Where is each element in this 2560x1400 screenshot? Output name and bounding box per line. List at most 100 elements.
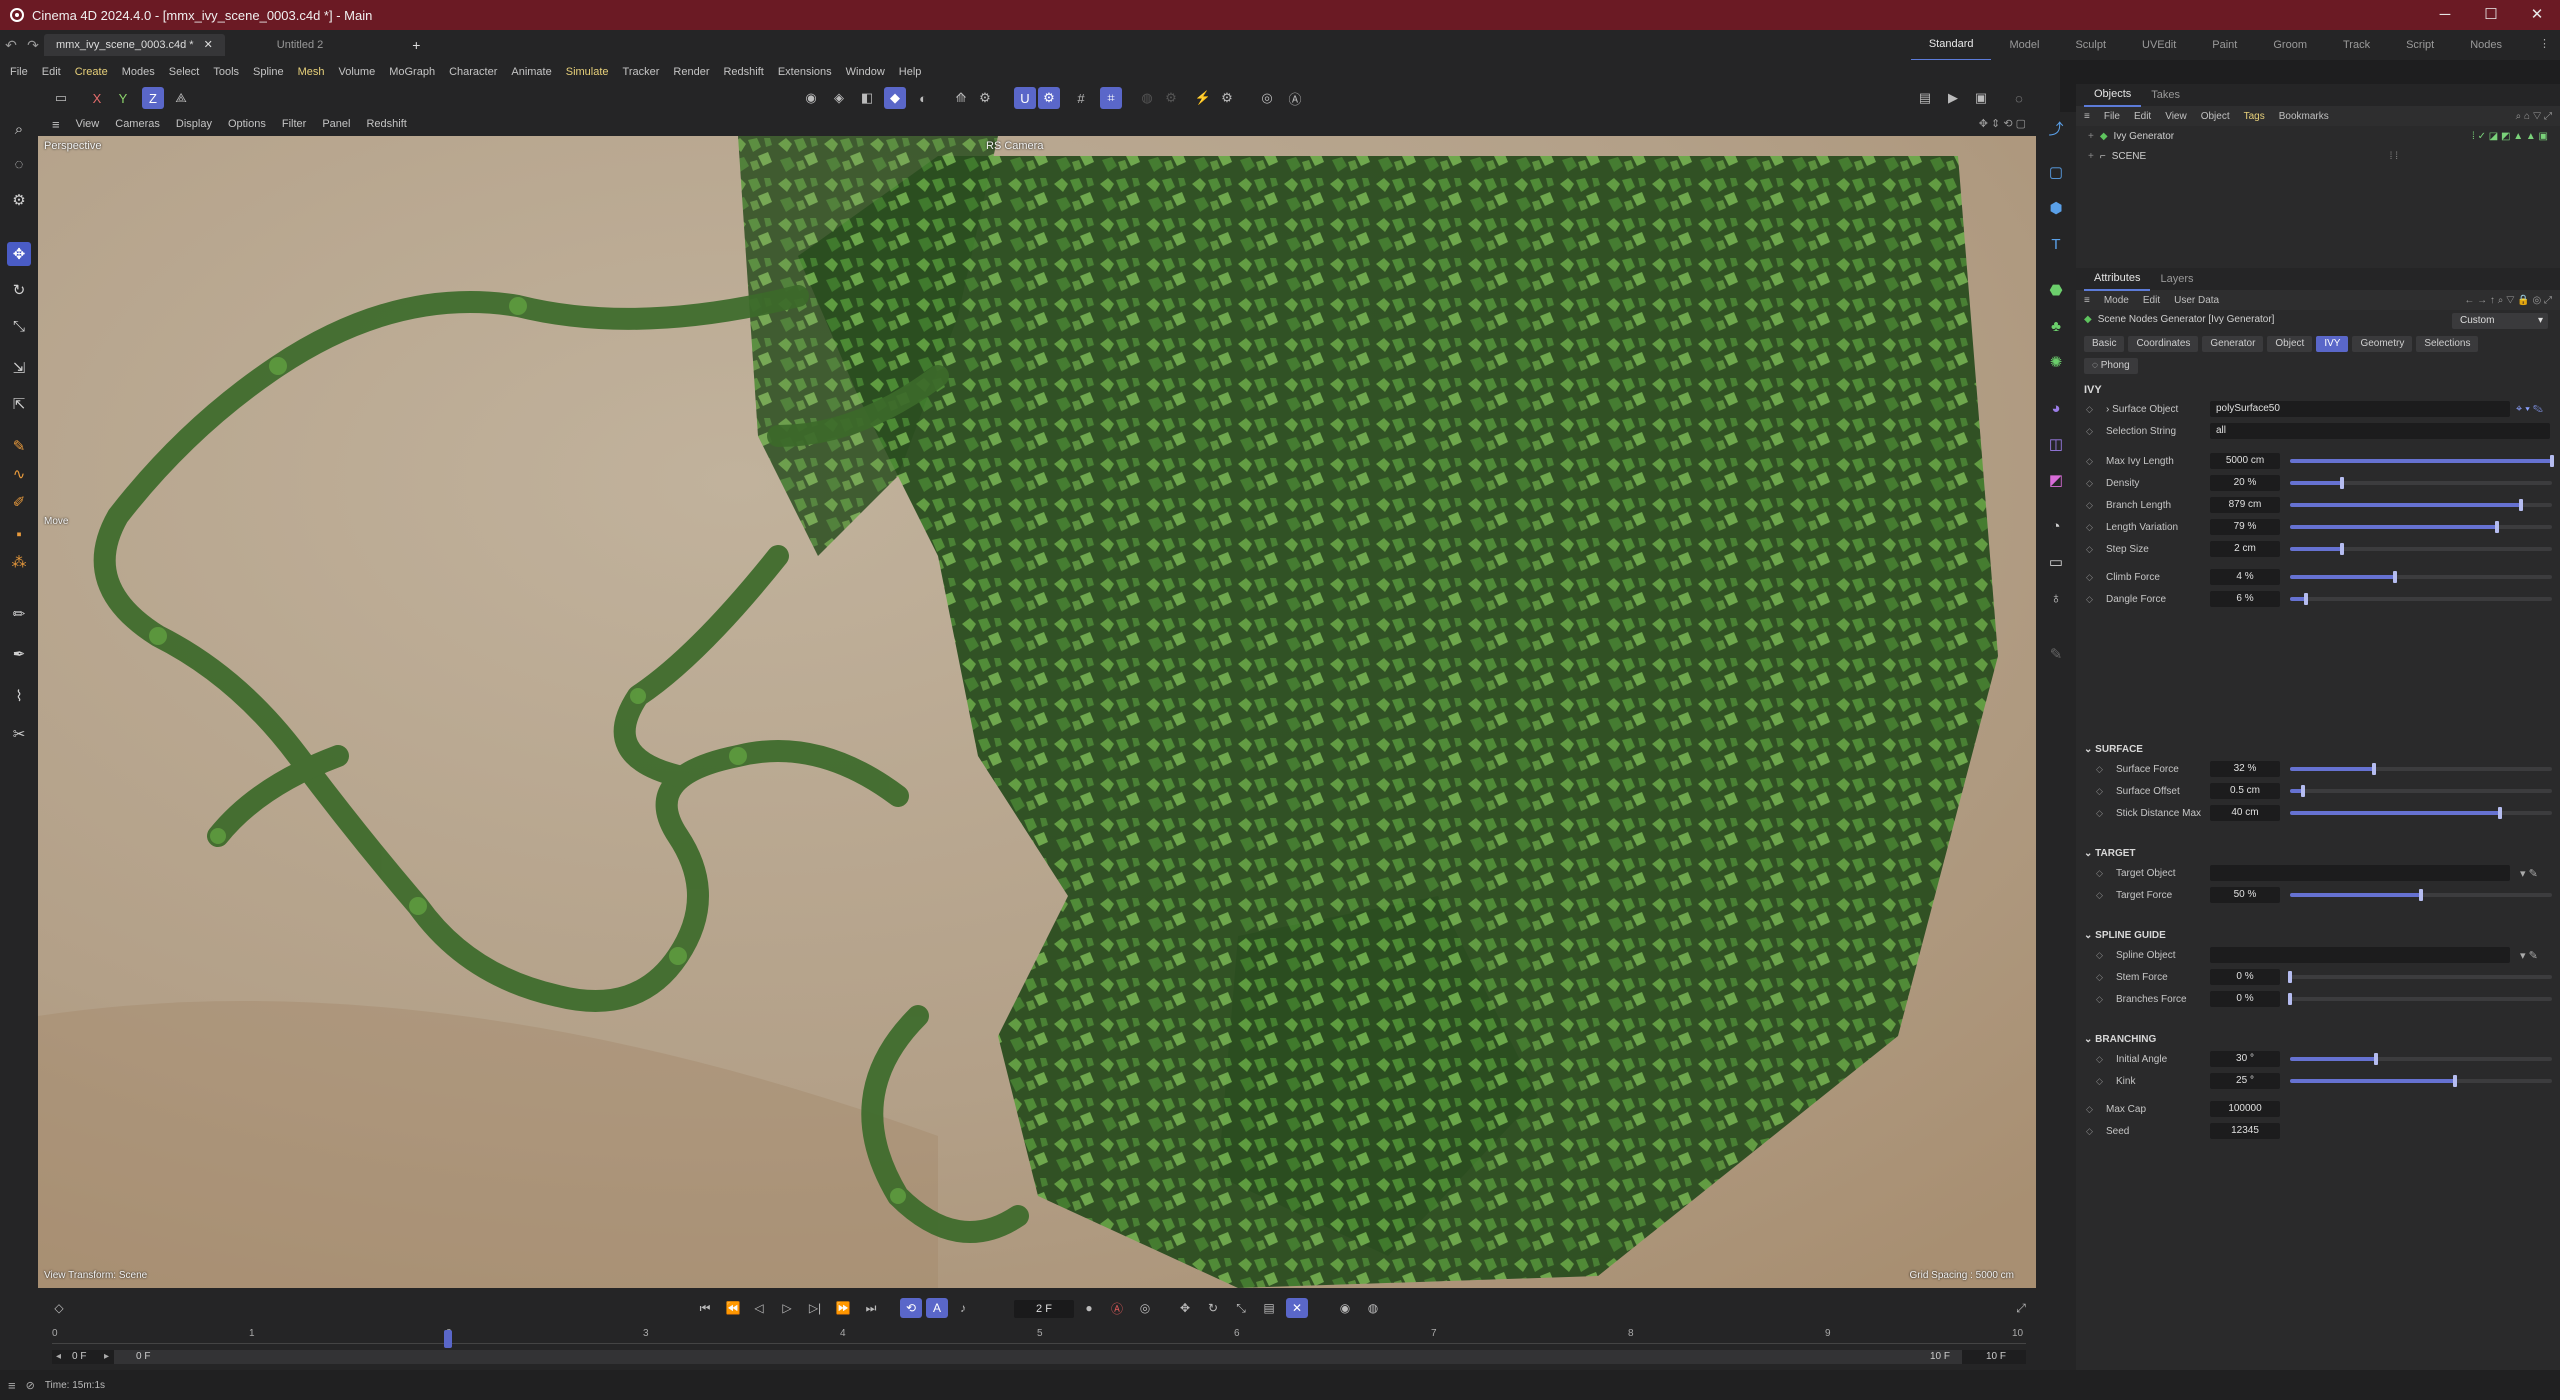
go-to-start-icon[interactable]: ⏮ — [694, 1298, 716, 1318]
previous-key-icon[interactable]: ⏪ — [722, 1298, 744, 1318]
menu-volume[interactable]: Volume — [339, 66, 376, 78]
step-size-slider-handle[interactable] — [2340, 543, 2345, 555]
knife-tool-icon[interactable]: ✂ — [7, 722, 31, 746]
environment-icon[interactable]: ◔ — [2044, 514, 2068, 538]
viewport-menu-display[interactable]: Display — [176, 118, 212, 130]
workplane-lock-icon[interactable]: ⌗ — [1100, 87, 1122, 109]
menu-create[interactable]: Create — [75, 66, 108, 78]
range-slider[interactable]: 0 F 10 F — [114, 1350, 1962, 1364]
expand-icon[interactable]: + — [2088, 151, 2094, 162]
null-object-icon[interactable]: ▢ — [2044, 160, 2068, 184]
workplane-icon[interactable]: # — [1070, 87, 1092, 109]
keyframe-diamond-icon[interactable]: ◇ — [2096, 950, 2103, 961]
objects-menu-edit[interactable]: Edit — [2134, 111, 2151, 122]
play-icon[interactable]: ▷ — [776, 1298, 798, 1318]
picture-viewer-icon[interactable]: ▣ — [1970, 87, 1992, 109]
autokey-icon[interactable]: Ⓐ — [1106, 1298, 1128, 1318]
surface-force-slider[interactable] — [2290, 763, 2552, 775]
menu-spline[interactable]: Spline — [253, 66, 284, 78]
keyframe-diamond-icon[interactable]: ◇ — [2096, 786, 2103, 797]
viewport-menu-options[interactable]: Options — [228, 118, 266, 130]
menu-edit[interactable]: Edit — [42, 66, 61, 78]
dangle-force-slider-handle[interactable] — [2303, 593, 2308, 605]
surface-object-field[interactable]: polySurface50 — [2210, 401, 2510, 417]
layout-script[interactable]: Script — [2388, 30, 2452, 60]
viewport-menu-cameras[interactable]: Cameras — [115, 118, 160, 130]
viewport-menu-redshift[interactable]: Redshift — [366, 118, 406, 130]
dangle-force-field[interactable]: 6 % — [2210, 591, 2280, 607]
snap-toggle-icon[interactable]: U — [1014, 87, 1036, 109]
keyframe-diamond-icon[interactable]: ◇ — [2086, 572, 2093, 583]
minimize-icon[interactable]: ─ — [2422, 0, 2468, 30]
surface-offset-slider-handle[interactable] — [2301, 785, 2306, 797]
axis-x-toggle[interactable]: X — [86, 87, 108, 109]
live-selection-icon[interactable]: ◌ — [7, 152, 31, 176]
menu-character[interactable]: Character — [449, 66, 497, 78]
xpresso-icon[interactable]: ◩ — [2044, 468, 2068, 492]
fields-icon[interactable]: ⁂ — [7, 550, 31, 574]
3d-viewport[interactable]: Perspective RS Camera Move View Transfor… — [38, 136, 2036, 1288]
menu-tools[interactable]: Tools — [213, 66, 239, 78]
symmetry-settings-icon[interactable]: ⚙ — [1160, 87, 1182, 109]
branches-force-field[interactable]: 0 % — [2210, 991, 2280, 1007]
box-tool-icon[interactable]: ▪ — [7, 522, 31, 546]
length-variation-field[interactable]: 79 % — [2210, 519, 2280, 535]
camera-object-icon[interactable]: ▭ — [2044, 550, 2068, 574]
menu-mograph[interactable]: MoGraph — [389, 66, 435, 78]
texture-mode-icon[interactable]: ◐ — [912, 87, 934, 109]
branch-length-slider-handle[interactable] — [2518, 499, 2523, 511]
playback-rate-icon[interactable]: A — [926, 1298, 948, 1318]
attr-tab-basic[interactable]: Basic — [2084, 336, 2125, 352]
viewport-menu-filter[interactable]: Filter — [282, 118, 306, 130]
timeline-ruler[interactable]: 0 1 2 3 4 5 6 7 8 9 10 — [52, 1328, 2026, 1348]
menu-mesh[interactable]: Mesh — [298, 66, 325, 78]
length-variation-slider[interactable] — [2290, 521, 2552, 533]
max-ivy-length-slider-handle[interactable] — [2550, 455, 2554, 467]
objects-menu-tags[interactable]: Tags — [2244, 111, 2265, 122]
attributes-nav-icons[interactable]: ← → ↑ ⌕ ▽ 🔒 ◎ ⤢ — [2464, 295, 2552, 306]
layout-track[interactable]: Track — [2325, 30, 2388, 60]
initial-angle-slider[interactable] — [2290, 1053, 2552, 1065]
cloner-icon[interactable]: ♣ — [2044, 314, 2068, 338]
save-icon[interactable]: ▭ — [50, 87, 72, 109]
more-options-icon[interactable]: ⋮ — [2539, 37, 2550, 50]
magnet-tool-icon[interactable]: ⌇ — [7, 684, 31, 708]
record-dot-icon[interactable]: ● — [1078, 1298, 1100, 1318]
selection-string-field[interactable]: all — [2210, 423, 2550, 439]
surface-force-slider-handle[interactable] — [2371, 763, 2376, 775]
tab-document-1[interactable]: mmx_ivy_scene_0003.c4d * ✕ — [44, 34, 225, 56]
objects-menu-bookmarks[interactable]: Bookmarks — [2279, 111, 2329, 122]
cube-object-icon[interactable]: ⬢ — [2044, 196, 2068, 220]
edges-mode-icon[interactable]: ◈ — [828, 87, 850, 109]
axis-z-toggle[interactable]: Z — [142, 87, 164, 109]
dangle-force-slider[interactable] — [2290, 593, 2552, 605]
keyframe-diamond-icon[interactable]: ◇ — [2096, 994, 2103, 1005]
tweak-settings-icon[interactable]: ⚙ — [974, 87, 996, 109]
keyframe-diamond-icon[interactable]: ◇ — [2096, 1076, 2103, 1087]
next-frame-icon[interactable]: ▷| — [804, 1298, 826, 1318]
attr-tab-geometry[interactable]: Geometry — [2352, 336, 2413, 352]
next-key-icon[interactable]: ⏩ — [832, 1298, 854, 1318]
auto-icon[interactable]: Ⓐ — [1284, 87, 1306, 109]
scale-tool-icon[interactable]: ⤡ — [7, 314, 31, 338]
menu-window[interactable]: Window — [846, 66, 885, 78]
new-tab-button[interactable]: + — [405, 37, 427, 53]
menu-extensions[interactable]: Extensions — [778, 66, 832, 78]
points-mode-icon[interactable]: ◉ — [800, 87, 822, 109]
attributes-menu-edit[interactable]: Edit — [2143, 295, 2160, 306]
keyframe-diamond-icon[interactable]: ◇ — [2096, 808, 2103, 819]
layout-nodes[interactable]: Nodes — [2452, 30, 2520, 60]
deformer-strip-icon[interactable]: ◕ — [2044, 396, 2068, 420]
render-region-icon[interactable]: ◎ — [1256, 87, 1278, 109]
menu-modes[interactable]: Modes — [122, 66, 155, 78]
layout-standard[interactable]: Standard — [1910, 29, 1992, 61]
layout-model[interactable]: Model — [1991, 30, 2057, 60]
tab-objects[interactable]: Objects — [2084, 84, 2142, 107]
text-object-icon[interactable]: T — [2044, 232, 2068, 256]
density-slider-handle[interactable] — [2340, 477, 2345, 489]
symmetry-icon[interactable]: ◍ — [1136, 87, 1158, 109]
expand-icon[interactable]: + — [2088, 131, 2094, 142]
attr-tab-ivy[interactable]: IVY — [2316, 336, 2349, 352]
initial-angle-slider-handle[interactable] — [2374, 1053, 2379, 1065]
subdivision-icon[interactable]: ⬣ — [2044, 278, 2068, 302]
